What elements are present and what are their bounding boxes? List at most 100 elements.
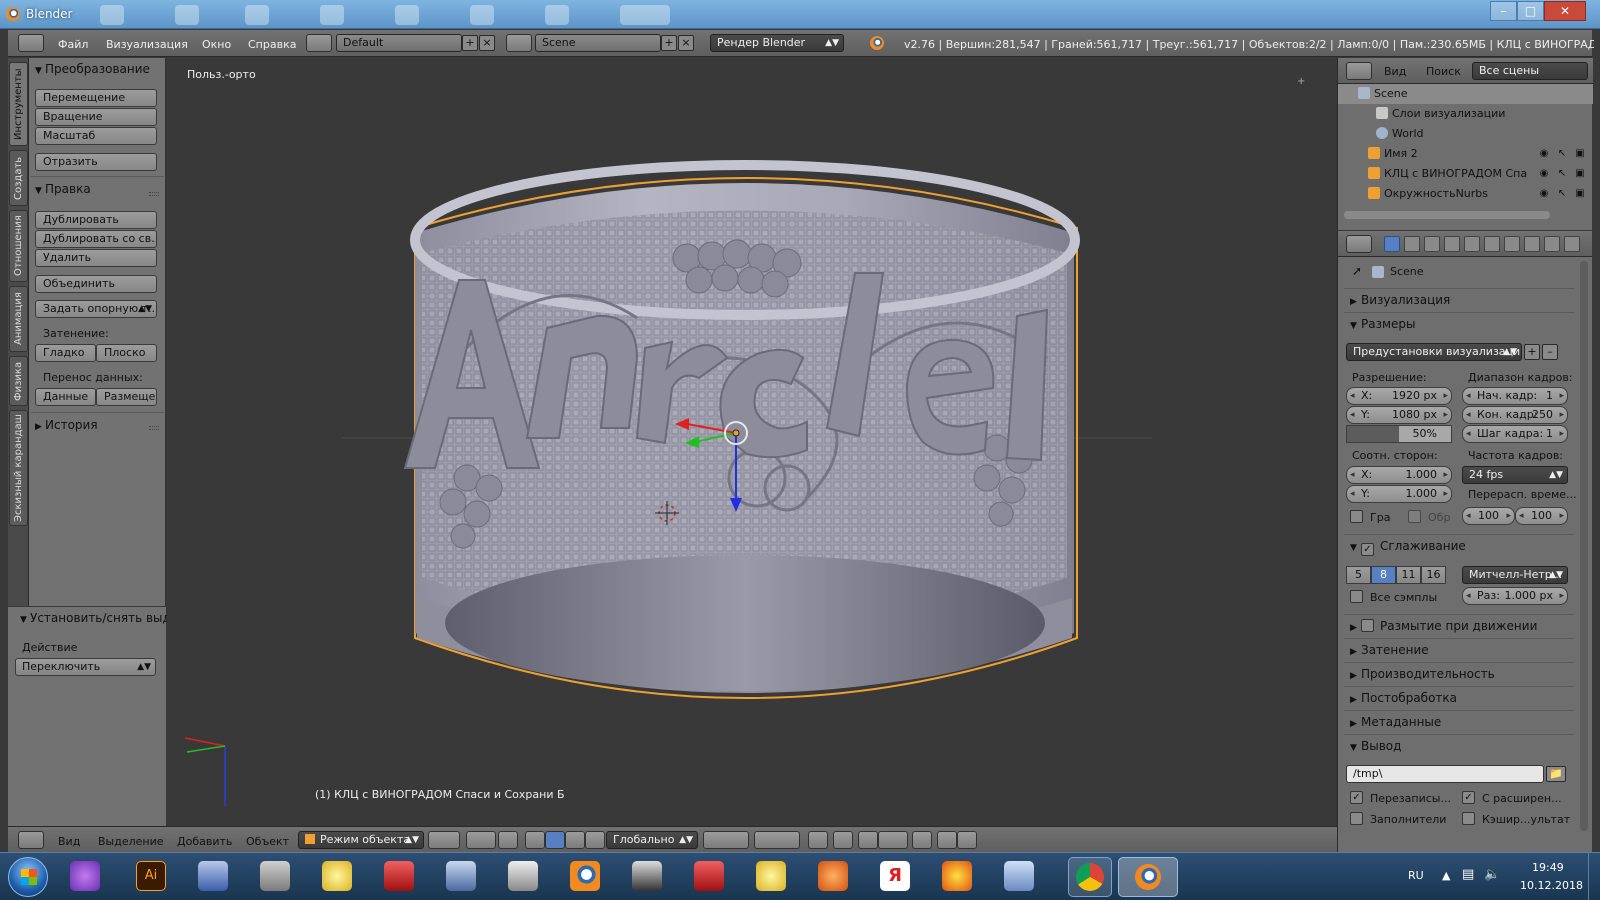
remove-preset-button[interactable]: – bbox=[1542, 344, 1558, 360]
outliner-scrollbar[interactable] bbox=[1344, 211, 1550, 219]
rotate-button[interactable]: Вращение bbox=[35, 108, 157, 126]
border-checkbox[interactable] bbox=[1350, 510, 1363, 523]
motion-blur-checkbox[interactable] bbox=[1361, 619, 1374, 632]
tab-tools[interactable]: Инструменты bbox=[9, 62, 28, 146]
add-scene-button[interactable]: + bbox=[661, 35, 677, 51]
world-context-icon[interactable] bbox=[1444, 236, 1460, 252]
blender-taskbar-button[interactable] bbox=[1118, 857, 1178, 897]
duplicate-linked-button[interactable]: Дублировать со св... bbox=[35, 230, 157, 248]
full-sample-checkbox[interactable] bbox=[1350, 590, 1363, 603]
volume-icon[interactable]: 🔈 bbox=[1484, 867, 1500, 882]
tab-create[interactable]: Создать bbox=[9, 150, 28, 206]
action-select[interactable]: Переключить ▲▼ bbox=[15, 658, 156, 676]
outliner-row-ring-object[interactable]: КЛЦ с ВИНОГРАДОМ Спа bbox=[1338, 164, 1533, 184]
renderable-camera-icon[interactable]: ▣ bbox=[1574, 148, 1586, 160]
shade-flat-button[interactable]: Плоско bbox=[96, 344, 157, 362]
scale-manipulator-button[interactable] bbox=[565, 831, 585, 849]
screen-layout-field[interactable]: Default bbox=[336, 34, 462, 52]
taskbar-app-icon[interactable] bbox=[446, 861, 476, 891]
layers-grid-1[interactable] bbox=[703, 831, 749, 849]
illustrator-icon[interactable]: Ai bbox=[136, 861, 166, 891]
selectable-cursor-icon[interactable]: ↖ bbox=[1556, 188, 1568, 200]
close-window-button[interactable]: ✕ bbox=[1544, 1, 1586, 21]
delete-button[interactable]: Удалить bbox=[35, 249, 157, 267]
translate-manipulator-button[interactable] bbox=[525, 831, 545, 849]
section-metadata[interactable]: ▶ Метаданные bbox=[1344, 710, 1574, 732]
properties-editor-type-icon[interactable] bbox=[1346, 235, 1372, 253]
menu-object[interactable]: Объект bbox=[246, 835, 289, 848]
section-motion-blur[interactable]: ▶ Размытие при движении bbox=[1344, 614, 1574, 636]
menu-file[interactable]: Файл bbox=[58, 38, 88, 51]
delete-scene-button[interactable]: × bbox=[678, 35, 694, 51]
3d-view-editor-type-icon[interactable] bbox=[18, 831, 44, 849]
outliner-row-nurbs-circle[interactable]: ОкружностьNurbs ◉ ↖ ▣ bbox=[1338, 184, 1593, 204]
menu-view[interactable]: Вид bbox=[58, 835, 80, 848]
anti-aliasing-checkbox[interactable]: ✓ bbox=[1361, 543, 1374, 556]
operator-panel-header[interactable]: ▼ Установить/снять выд bbox=[20, 611, 171, 625]
snap-element-button[interactable] bbox=[878, 831, 908, 849]
outliner-menu-search[interactable]: Поиск bbox=[1426, 65, 1461, 78]
panel-grip-icon[interactable] bbox=[149, 426, 159, 430]
filter-size-field[interactable]: Раз: 1.000 px bbox=[1462, 587, 1568, 605]
taskbar-app-icon[interactable] bbox=[694, 861, 724, 891]
lightbulb-icon[interactable] bbox=[756, 861, 786, 891]
proportional-editing-button[interactable] bbox=[833, 831, 853, 849]
object-context-icon[interactable] bbox=[1464, 236, 1480, 252]
clock-time[interactable]: 19:49 bbox=[1532, 861, 1564, 874]
resolution-percentage-slider[interactable]: 50% bbox=[1346, 425, 1452, 443]
outliner-row-render-layers[interactable]: Слои визуализации bbox=[1338, 104, 1593, 124]
panel-transform-header[interactable]: ▼ Преобразование bbox=[35, 62, 150, 76]
data-context-icon[interactable] bbox=[1524, 236, 1540, 252]
outliner-row-world[interactable]: World bbox=[1338, 124, 1593, 144]
texture-context-icon[interactable] bbox=[1564, 236, 1580, 252]
material-context-icon[interactable] bbox=[1544, 236, 1560, 252]
input-language[interactable]: RU bbox=[1408, 869, 1424, 882]
menu-select[interactable]: Выделение bbox=[98, 835, 164, 848]
renderable-camera-icon[interactable]: ▣ bbox=[1574, 168, 1586, 180]
interaction-mode-select[interactable]: Режим объекта ▲▼ bbox=[298, 831, 424, 849]
translate-button[interactable]: Перемещение bbox=[35, 89, 157, 107]
outliner-display-mode-select[interactable]: Все сцены bbox=[1472, 62, 1588, 80]
taskbar-app-icon[interactable] bbox=[818, 861, 848, 891]
set-origin-select[interactable]: Задать опорную т... ▲▼ bbox=[35, 300, 157, 318]
add-screen-button[interactable]: + bbox=[462, 35, 478, 51]
frame-rate-select[interactable]: 24 fps ▲▼ bbox=[1462, 466, 1568, 484]
taskbar-app-icon[interactable] bbox=[260, 861, 290, 891]
taskbar-app-icon[interactable] bbox=[70, 861, 100, 891]
section-output[interactable]: ▼ Вывод bbox=[1344, 734, 1574, 756]
section-dimensions[interactable]: ▼ Размеры bbox=[1344, 312, 1574, 334]
panel-history-header[interactable]: ▶ История bbox=[35, 418, 98, 432]
info-editor-type-icon[interactable] bbox=[18, 34, 44, 52]
lightbulb-icon[interactable] bbox=[322, 861, 352, 891]
output-path-field[interactable]: /tmp\ bbox=[1346, 765, 1544, 783]
menu-help[interactable]: Справка bbox=[248, 38, 296, 51]
aa-samples-16[interactable]: 16 bbox=[1421, 566, 1446, 584]
time-remap-new-field[interactable]: 100 bbox=[1515, 507, 1568, 525]
network-icon[interactable]: ▤ bbox=[1462, 867, 1474, 882]
pin-icon[interactable]: ➚ bbox=[1352, 264, 1362, 278]
blender-icon[interactable] bbox=[570, 861, 600, 891]
transform-orientation-select[interactable]: Глобально ▲▼ bbox=[606, 831, 698, 849]
section-render[interactable]: ▶ Визуализация bbox=[1344, 288, 1574, 310]
constraints-context-icon[interactable] bbox=[1484, 236, 1500, 252]
aa-samples-11[interactable]: 11 bbox=[1396, 566, 1421, 584]
shade-smooth-button[interactable]: Гладко bbox=[35, 344, 96, 362]
tab-physics[interactable]: Физика bbox=[9, 356, 28, 406]
resolution-y-field[interactable]: Y: 1080 px bbox=[1346, 406, 1452, 424]
outliner-row-scene[interactable]: Scene bbox=[1338, 84, 1593, 104]
render-still-button[interactable] bbox=[937, 831, 957, 849]
time-remap-old-field[interactable]: 100 bbox=[1462, 507, 1515, 525]
start-button[interactable] bbox=[8, 857, 48, 897]
menu-window[interactable]: Окно bbox=[202, 38, 231, 51]
clock-date[interactable]: 10.12.2018 bbox=[1520, 879, 1583, 892]
aspect-x-field[interactable]: X: 1.000 bbox=[1346, 466, 1452, 484]
section-shading[interactable]: ▶ Затенение bbox=[1344, 638, 1574, 660]
taskbar-app-icon[interactable] bbox=[198, 861, 228, 891]
file-extensions-checkbox[interactable]: ✓ bbox=[1462, 791, 1475, 804]
maximize-button[interactable]: □ bbox=[1517, 1, 1544, 21]
aa-samples-5[interactable]: 5 bbox=[1346, 566, 1371, 584]
aspect-y-field[interactable]: Y: 1.000 bbox=[1346, 485, 1452, 503]
pivot-point-button[interactable] bbox=[466, 831, 496, 849]
screen-layout-icon[interactable] bbox=[306, 34, 332, 52]
data-layout-button[interactable]: Размещен bbox=[96, 388, 157, 406]
